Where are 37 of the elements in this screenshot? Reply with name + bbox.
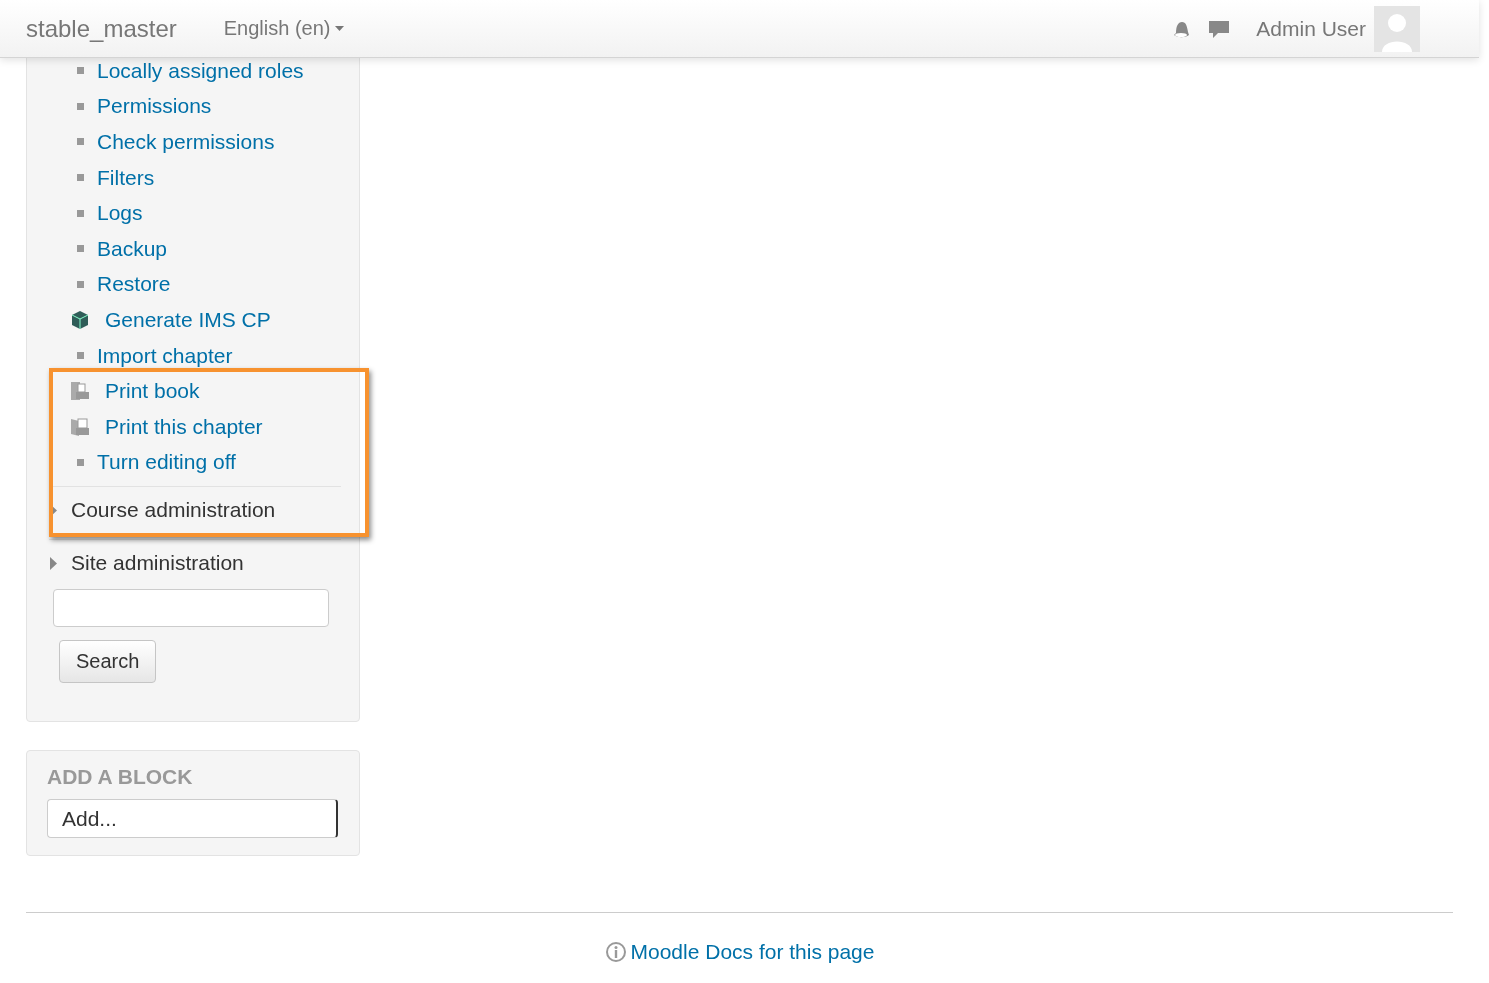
admin-link[interactable]: Permissions [97, 94, 212, 119]
bullet-icon [77, 245, 84, 253]
admin-link[interactable]: Turn editing off [97, 450, 236, 475]
admin-link[interactable]: Import chapter [97, 343, 233, 368]
section-title[interactable]: Site administration [71, 551, 244, 576]
cube-icon [69, 308, 91, 331]
bullet-icon [77, 67, 84, 75]
admin-link[interactable]: Generate IMS CP [105, 307, 271, 332]
bullet-icon [77, 138, 84, 146]
bullet-icon [77, 352, 84, 360]
bullet-icon [77, 280, 84, 288]
admin-link[interactable]: Logs [97, 201, 143, 226]
search-button[interactable]: Search [59, 640, 157, 684]
bullet-icon [77, 174, 84, 182]
admin-link[interactable]: Print book [105, 379, 200, 404]
admin-link[interactable]: Print this chapter [105, 414, 263, 439]
block-title: ADD A BLOCK [47, 765, 194, 790]
bullet-icon [77, 102, 84, 110]
bullet-icon [77, 458, 84, 466]
printer-icon [69, 380, 91, 403]
printer-icon [69, 415, 91, 438]
add-block-select[interactable]: Add... [47, 799, 338, 839]
admin-link[interactable]: Backup [97, 236, 168, 261]
docs-link[interactable]: Moodle Docs for this page [630, 940, 875, 964]
admin-link[interactable]: Restore [97, 272, 171, 297]
user-name[interactable]: Admin User [1256, 16, 1366, 41]
info-icon [604, 941, 627, 963]
collapsed-arrow-icon[interactable] [49, 556, 58, 570]
section-title[interactable]: Course administration [71, 498, 276, 523]
admin-link[interactable]: Filters [97, 165, 155, 190]
search-field[interactable] [53, 589, 329, 628]
admin-link[interactable]: Check permissions [97, 130, 275, 154]
caret-icon [335, 26, 345, 31]
admin-link[interactable]: Locally assigned roles [97, 58, 304, 83]
bullet-icon [77, 209, 84, 217]
site-name[interactable]: stable_master [26, 14, 177, 43]
language-menu[interactable]: English (en) [223, 17, 345, 40]
